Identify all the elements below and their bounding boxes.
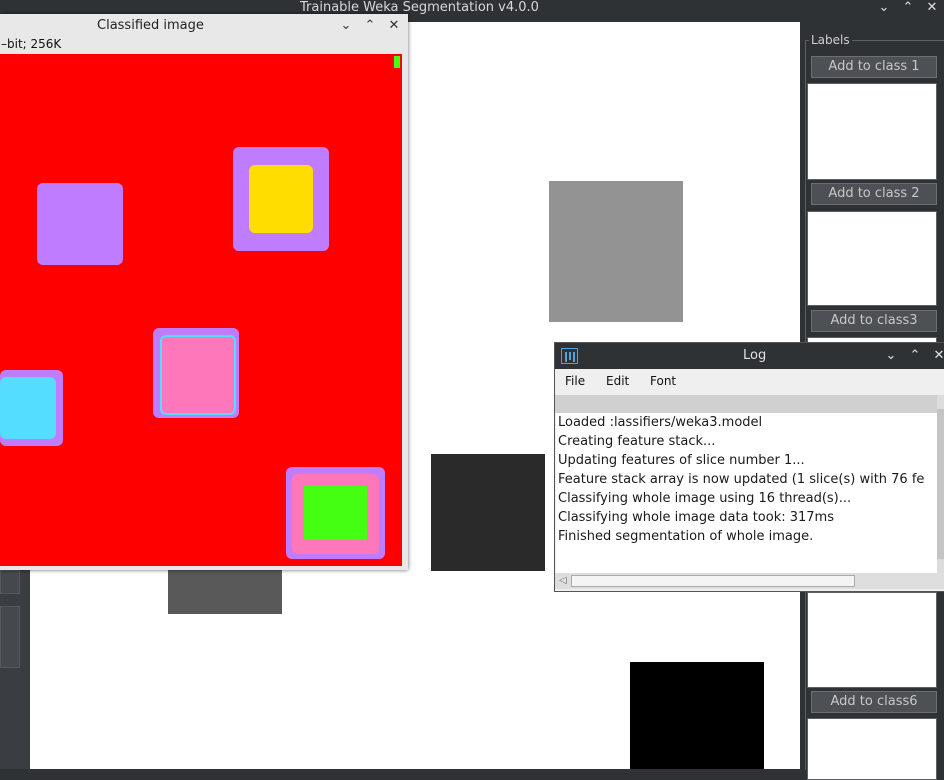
maximize-icon[interactable]: ⌃ [362, 19, 378, 33]
class-5-list[interactable] [807, 592, 937, 688]
log-menubar: File Edit Font [555, 369, 944, 393]
yellow-region [249, 165, 313, 233]
add-to-class-1-button[interactable]: Add to class 1 [811, 56, 937, 78]
close-icon[interactable]: ✕ [931, 349, 944, 363]
log-line: Updating features of slice number 1... [558, 453, 805, 468]
log-line: Creating feature stack... [558, 434, 716, 449]
log-line: Classifying whole image data took: 317ms [558, 510, 834, 525]
minimize-icon[interactable]: ⌄ [876, 1, 892, 15]
menu-file[interactable]: File [565, 369, 585, 393]
class-2-list[interactable] [807, 211, 937, 306]
menu-edit[interactable]: Edit [606, 369, 629, 393]
dim-square [168, 570, 282, 614]
left-control-strip [0, 570, 30, 769]
classified-image-window[interactable]: Classified image ⌄ ⌃ ✕ –bit; 256K [0, 14, 408, 570]
image-info-text: –bit; 256K [1, 37, 62, 51]
purple-region [37, 183, 123, 265]
scroll-left-arrow-icon[interactable]: ◁ [557, 575, 569, 587]
menu-font[interactable]: Font [650, 369, 676, 393]
log-vertical-scrollbar[interactable] [937, 395, 944, 573]
fiji-icon [561, 348, 578, 364]
add-to-class-2-button[interactable]: Add to class 2 [811, 183, 937, 205]
log-header-bar [555, 395, 937, 413]
classified-window-title: Classified image [97, 18, 204, 33]
labels-title: Labels [809, 33, 852, 47]
maximize-icon[interactable]: ⌃ [900, 1, 916, 15]
log-line: Loaded :lassifiers/weka3.model [558, 415, 763, 430]
log-line: Finished segmentation of whole image. [558, 529, 814, 544]
green-marker [394, 56, 400, 68]
left-strip-button[interactable] [0, 570, 20, 594]
log-window[interactable]: Log ⌄ ⌃ ✕ File Edit Font Loaded :lassifi… [554, 342, 944, 592]
cyan-region [0, 377, 56, 439]
class-6-list[interactable] [807, 718, 937, 780]
left-strip-panel[interactable] [0, 606, 20, 668]
log-window-title: Log [743, 348, 767, 363]
add-to-class-6-button[interactable]: Add to class6 [811, 691, 937, 713]
green-region [304, 486, 367, 540]
log-horizontal-scrollbar[interactable]: ◁ [555, 573, 944, 589]
close-icon[interactable]: ✕ [924, 1, 940, 15]
maximize-icon[interactable]: ⌃ [907, 349, 923, 363]
gray-square [549, 181, 683, 322]
log-text-area[interactable]: Loaded :lassifiers/weka3.model Creating … [556, 413, 937, 573]
pink-region [160, 335, 236, 415]
horizontal-scroll-thumb[interactable] [571, 575, 855, 587]
vertical-scroll-thumb[interactable] [937, 409, 944, 559]
dark-square [431, 454, 545, 571]
minimize-icon[interactable]: ⌄ [883, 349, 899, 363]
close-icon[interactable]: ✕ [386, 19, 402, 33]
add-to-class-3-button[interactable]: Add to class3 [811, 310, 937, 332]
log-line: Feature stack array is now updated (1 sl… [558, 472, 925, 487]
log-line: Classifying whole image using 16 thread(… [558, 491, 852, 506]
class-1-list[interactable] [807, 83, 937, 180]
minimize-icon[interactable]: ⌄ [338, 19, 354, 33]
black-square [630, 662, 764, 769]
classified-image[interactable] [0, 54, 402, 566]
